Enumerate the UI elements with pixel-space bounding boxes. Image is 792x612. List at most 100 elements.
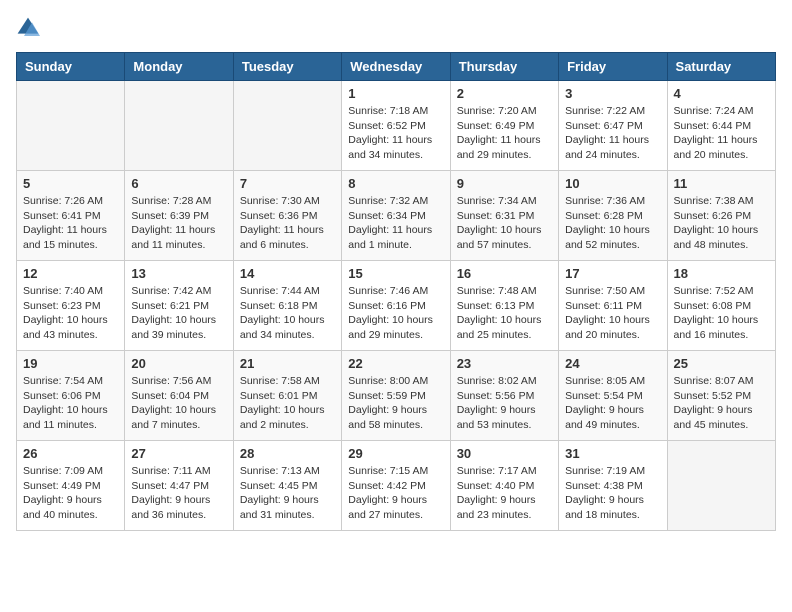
day-info: Sunrise: 7:36 AMSunset: 6:28 PMDaylight:…	[565, 194, 660, 253]
day-number: 7	[240, 176, 335, 191]
day-header-tuesday: Tuesday	[233, 53, 341, 81]
week-row-2: 5Sunrise: 7:26 AMSunset: 6:41 PMDaylight…	[17, 171, 776, 261]
day-number: 31	[565, 446, 660, 461]
calendar-cell: 6 Sunrise: 7:28 AMSunset: 6:39 PMDaylight…	[125, 171, 233, 261]
calendar-body: 1 Sunrise: 7:18 AMSunset: 6:52 PMDaylight…	[17, 81, 776, 531]
calendar-cell	[17, 81, 125, 171]
calendar-cell: 9 Sunrise: 7:34 AMSunset: 6:31 PMDaylight…	[450, 171, 558, 261]
calendar-cell: 20 Sunrise: 7:56 AMSunset: 6:04 PMDayligh…	[125, 351, 233, 441]
day-info: Sunrise: 7:26 AMSunset: 6:41 PMDaylight:…	[23, 194, 118, 253]
day-number: 8	[348, 176, 443, 191]
day-info: Sunrise: 7:17 AMSunset: 4:40 PMDaylight:…	[457, 464, 552, 523]
calendar-cell: 4 Sunrise: 7:24 AMSunset: 6:44 PMDaylight…	[667, 81, 775, 171]
calendar-cell: 29 Sunrise: 7:15 AMSunset: 4:42 PMDayligh…	[342, 441, 450, 531]
calendar-cell: 27 Sunrise: 7:11 AMSunset: 4:47 PMDayligh…	[125, 441, 233, 531]
day-number: 1	[348, 86, 443, 101]
calendar-cell: 14 Sunrise: 7:44 AMSunset: 6:18 PMDayligh…	[233, 261, 341, 351]
day-number: 9	[457, 176, 552, 191]
day-header-sunday: Sunday	[17, 53, 125, 81]
calendar-table: SundayMondayTuesdayWednesdayThursdayFrid…	[16, 52, 776, 531]
calendar-cell: 22 Sunrise: 8:00 AMSunset: 5:59 PMDayligh…	[342, 351, 450, 441]
day-number: 17	[565, 266, 660, 281]
day-info: Sunrise: 7:09 AMSunset: 4:49 PMDaylight:…	[23, 464, 118, 523]
calendar-cell: 28Sunrise: 7:13 AMSunset: 4:45 PMDayligh…	[233, 441, 341, 531]
calendar-cell: 12 Sunrise: 7:40 AMSunset: 6:23 PMDayligh…	[17, 261, 125, 351]
day-number: 3	[565, 86, 660, 101]
day-info: Sunrise: 7:52 AMSunset: 6:08 PMDaylight:…	[674, 284, 769, 343]
day-header-thursday: Thursday	[450, 53, 558, 81]
day-number: 14	[240, 266, 335, 281]
day-info: Sunrise: 7:20 AMSunset: 6:49 PMDaylight:…	[457, 104, 552, 163]
day-info: Sunrise: 7:46 AMSunset: 6:16 PMDaylight:…	[348, 284, 443, 343]
day-info: Sunrise: 7:28 AMSunset: 6:39 PMDaylight:…	[131, 194, 226, 253]
day-info: Sunrise: 7:13 AMSunset: 4:45 PMDaylight:…	[240, 464, 335, 523]
day-info: Sunrise: 7:44 AMSunset: 6:18 PMDaylight:…	[240, 284, 335, 343]
day-header-friday: Friday	[559, 53, 667, 81]
calendar-cell: 17Sunrise: 7:50 AMSunset: 6:11 PMDayligh…	[559, 261, 667, 351]
week-row-5: 26 Sunrise: 7:09 AMSunset: 4:49 PMDayligh…	[17, 441, 776, 531]
day-number: 12	[23, 266, 118, 281]
day-number: 21	[240, 356, 335, 371]
day-info: Sunrise: 7:54 AMSunset: 6:06 PMDaylight:…	[23, 374, 118, 433]
week-row-4: 19 Sunrise: 7:54 AMSunset: 6:06 PMDayligh…	[17, 351, 776, 441]
day-number: 15	[348, 266, 443, 281]
calendar-cell: 26 Sunrise: 7:09 AMSunset: 4:49 PMDayligh…	[17, 441, 125, 531]
calendar-cell: 23 Sunrise: 8:02 AMSunset: 5:56 PMDayligh…	[450, 351, 558, 441]
day-info: Sunrise: 7:32 AMSunset: 6:34 PMDaylight:…	[348, 194, 443, 253]
calendar-cell: 1 Sunrise: 7:18 AMSunset: 6:52 PMDaylight…	[342, 81, 450, 171]
day-number: 20	[131, 356, 226, 371]
calendar-cell	[667, 441, 775, 531]
day-number: 30	[457, 446, 552, 461]
day-number: 18	[674, 266, 769, 281]
day-info: Sunrise: 7:34 AMSunset: 6:31 PMDaylight:…	[457, 194, 552, 253]
day-info: Sunrise: 7:56 AMSunset: 6:04 PMDaylight:…	[131, 374, 226, 433]
day-info: Sunrise: 7:15 AMSunset: 4:42 PMDaylight:…	[348, 464, 443, 523]
calendar-cell: 15 Sunrise: 7:46 AMSunset: 6:16 PMDayligh…	[342, 261, 450, 351]
day-info: Sunrise: 7:24 AMSunset: 6:44 PMDaylight:…	[674, 104, 769, 163]
day-number: 26	[23, 446, 118, 461]
day-number: 23	[457, 356, 552, 371]
day-info: Sunrise: 8:07 AMSunset: 5:52 PMDaylight:…	[674, 374, 769, 433]
calendar-cell: 10Sunrise: 7:36 AMSunset: 6:28 PMDayligh…	[559, 171, 667, 261]
day-info: Sunrise: 7:18 AMSunset: 6:52 PMDaylight:…	[348, 104, 443, 163]
calendar-cell: 3 Sunrise: 7:22 AMSunset: 6:47 PMDaylight…	[559, 81, 667, 171]
day-number: 4	[674, 86, 769, 101]
day-number: 24	[565, 356, 660, 371]
day-number: 25	[674, 356, 769, 371]
day-number: 27	[131, 446, 226, 461]
week-row-3: 12 Sunrise: 7:40 AMSunset: 6:23 PMDayligh…	[17, 261, 776, 351]
calendar-header: SundayMondayTuesdayWednesdayThursdayFrid…	[17, 53, 776, 81]
day-info: Sunrise: 7:11 AMSunset: 4:47 PMDaylight:…	[131, 464, 226, 523]
day-number: 22	[348, 356, 443, 371]
calendar-cell: 30 Sunrise: 7:17 AMSunset: 4:40 PMDayligh…	[450, 441, 558, 531]
day-number: 6	[131, 176, 226, 191]
calendar-cell: 2 Sunrise: 7:20 AMSunset: 6:49 PMDaylight…	[450, 81, 558, 171]
day-info: Sunrise: 7:19 AMSunset: 4:38 PMDaylight:…	[565, 464, 660, 523]
calendar-cell: 5Sunrise: 7:26 AMSunset: 6:41 PMDaylight…	[17, 171, 125, 261]
day-info: Sunrise: 7:22 AMSunset: 6:47 PMDaylight:…	[565, 104, 660, 163]
day-info: Sunrise: 8:02 AMSunset: 5:56 PMDaylight:…	[457, 374, 552, 433]
day-info: Sunrise: 7:58 AMSunset: 6:01 PMDaylight:…	[240, 374, 335, 433]
day-info: Sunrise: 8:00 AMSunset: 5:59 PMDaylight:…	[348, 374, 443, 433]
calendar-cell: 18 Sunrise: 7:52 AMSunset: 6:08 PMDayligh…	[667, 261, 775, 351]
calendar-cell: 25 Sunrise: 8:07 AMSunset: 5:52 PMDayligh…	[667, 351, 775, 441]
calendar-cell: 16 Sunrise: 7:48 AMSunset: 6:13 PMDayligh…	[450, 261, 558, 351]
day-number: 29	[348, 446, 443, 461]
calendar-cell: 21 Sunrise: 7:58 AMSunset: 6:01 PMDayligh…	[233, 351, 341, 441]
header-row: SundayMondayTuesdayWednesdayThursdayFrid…	[17, 53, 776, 81]
day-header-saturday: Saturday	[667, 53, 775, 81]
calendar-cell	[233, 81, 341, 171]
week-row-1: 1 Sunrise: 7:18 AMSunset: 6:52 PMDaylight…	[17, 81, 776, 171]
day-info: Sunrise: 7:38 AMSunset: 6:26 PMDaylight:…	[674, 194, 769, 253]
calendar-cell: 11Sunrise: 7:38 AMSunset: 6:26 PMDayligh…	[667, 171, 775, 261]
day-info: Sunrise: 7:40 AMSunset: 6:23 PMDaylight:…	[23, 284, 118, 343]
day-number: 16	[457, 266, 552, 281]
day-number: 13	[131, 266, 226, 281]
logo	[16, 16, 44, 40]
calendar-cell: 24Sunrise: 8:05 AMSunset: 5:54 PMDayligh…	[559, 351, 667, 441]
day-info: Sunrise: 7:48 AMSunset: 6:13 PMDaylight:…	[457, 284, 552, 343]
day-number: 2	[457, 86, 552, 101]
day-number: 19	[23, 356, 118, 371]
day-header-monday: Monday	[125, 53, 233, 81]
calendar-cell: 13Sunrise: 7:42 AMSunset: 6:21 PMDayligh…	[125, 261, 233, 351]
